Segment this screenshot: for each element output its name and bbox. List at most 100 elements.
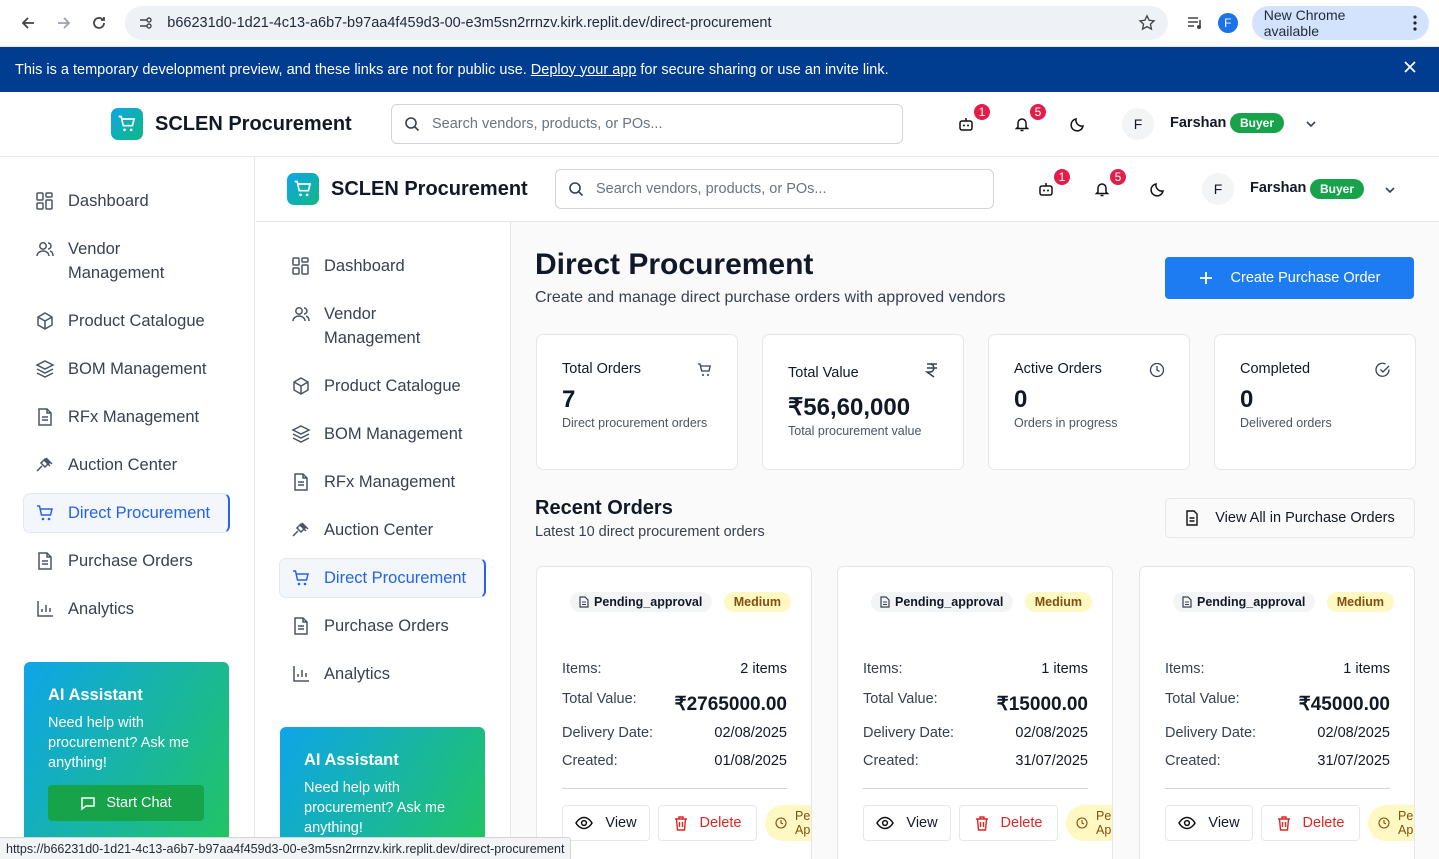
- sidebar-item-label: Auction Center: [68, 456, 178, 474]
- brand[interactable]: SCLEN Procurement: [111, 108, 352, 140]
- sidebar-item-rfx-management[interactable]: RFx Management: [23, 405, 223, 429]
- view-button[interactable]: View: [562, 805, 650, 841]
- media-controls-icon[interactable]: [1186, 14, 1204, 32]
- inner-sidebar-item-purchase-orders[interactable]: Purchase Orders: [279, 614, 479, 638]
- new-chrome-button[interactable]: New Chrome available: [1251, 6, 1430, 40]
- delivery-row: Delivery Date: 02/08/2025: [562, 725, 787, 741]
- sidebar-item-analytics[interactable]: Analytics: [23, 597, 223, 621]
- bell-icon[interactable]: 5: [1090, 167, 1128, 201]
- profile-avatar[interactable]: F: [1217, 13, 1238, 33]
- delivery-label: Delivery Date:: [562, 725, 654, 741]
- stat-value: ₹56,60,000: [788, 394, 911, 421]
- bookmark-star-icon[interactable]: [1138, 14, 1156, 32]
- inner-sidebar-item-rfx-management[interactable]: RFx Management: [279, 470, 479, 494]
- delete-label: Delete: [1000, 815, 1043, 831]
- inner-user-avatar[interactable]: F: [1202, 173, 1234, 205]
- inner-sidebar-item-analytics[interactable]: Analytics: [279, 662, 479, 686]
- items-row: Items: 2 items: [562, 661, 787, 677]
- sidebar-item-label: Direct Procurement: [68, 504, 211, 522]
- inner-sidebar-item-direct-procurement[interactable]: Direct Procurement: [279, 566, 479, 590]
- chevron-down-icon[interactable]: [1384, 184, 1396, 196]
- moon-icon[interactable]: [1066, 112, 1090, 136]
- chevron-down-icon[interactable]: [1305, 118, 1317, 130]
- start-chat-button[interactable]: Start Chat: [48, 785, 204, 821]
- view-button[interactable]: View: [1165, 805, 1253, 841]
- inner-sidebar-item-vendor-management[interactable]: Vendor Management: [279, 302, 479, 350]
- site-info-icon[interactable]: [137, 15, 153, 31]
- robot-icon[interactable]: 1: [1034, 167, 1072, 201]
- created-row: Created: 01/08/2025: [562, 753, 787, 769]
- delivery-label: Delivery Date:: [1165, 725, 1257, 741]
- cart-logo-icon: [287, 173, 319, 205]
- stat-card-active-orders: Active Orders 0 Orders in progress: [988, 334, 1190, 470]
- bell-icon[interactable]: 5: [1010, 102, 1048, 136]
- back-icon[interactable]: [10, 7, 46, 39]
- stat-card-total-orders: Total Orders 7 Direct procurement orders: [536, 334, 738, 470]
- pending-label: Pending Approval: [795, 809, 811, 837]
- sidebar-item-direct-procurement[interactable]: Direct Procurement: [23, 501, 223, 525]
- moon-icon[interactable]: [1146, 177, 1170, 201]
- inner-sidebar-item-product-catalogue[interactable]: Product Catalogue: [279, 374, 479, 398]
- total-value: ₹45000.00: [1298, 694, 1390, 715]
- plus-icon: [1199, 272, 1212, 284]
- inner-sidebar-item-auction-center[interactable]: Auction Center: [279, 518, 479, 542]
- robot-icon[interactable]: 1: [954, 102, 992, 136]
- cart-icon: [35, 501, 55, 523]
- document-icon: [579, 596, 589, 608]
- deploy-link[interactable]: Deploy your app: [531, 62, 637, 78]
- status-text: Pending_approval: [895, 595, 1004, 609]
- rupee-icon: [925, 362, 939, 378]
- created-label: Created:: [1165, 753, 1221, 769]
- layers-icon: [291, 422, 311, 444]
- gavel-icon: [291, 518, 311, 540]
- inner-brand[interactable]: SCLEN Procurement: [287, 173, 528, 205]
- banner-text: This is a temporary development preview,…: [15, 61, 527, 78]
- inner-search-placeholder: Search vendors, products, or POs...: [596, 181, 827, 197]
- inner-sidebar-item-bom-management[interactable]: BOM Management: [279, 422, 479, 446]
- inner-sidebar-item-dashboard[interactable]: Dashboard: [279, 254, 479, 278]
- clock-icon: [1149, 362, 1165, 378]
- sidebar-item-vendor-management[interactable]: Vendor Management: [23, 237, 223, 285]
- delete-button[interactable]: Delete: [959, 805, 1058, 841]
- sidebar-item-product-catalogue[interactable]: Product Catalogue: [23, 309, 223, 333]
- created-value: 01/08/2025: [714, 753, 787, 769]
- sidebar-item-label: RFx Management: [324, 473, 456, 491]
- browser-toolbar: b66231d0-1d21-4c13-a6b7-b97aa4f459d3-00-…: [0, 0, 1439, 47]
- total-value: ₹15000.00: [996, 694, 1088, 715]
- priority-badge: Medium: [1326, 592, 1394, 612]
- search-input[interactable]: Search vendors, products, or POs...: [391, 104, 903, 144]
- view-label: View: [1208, 815, 1240, 831]
- document-icon: [291, 470, 311, 492]
- inner-search-input[interactable]: Search vendors, products, or POs...: [555, 169, 994, 209]
- close-icon[interactable]: [1403, 60, 1417, 74]
- users-icon: [35, 237, 55, 259]
- eye-icon: [575, 816, 594, 830]
- sidebar-item-auction-center[interactable]: Auction Center: [23, 453, 223, 477]
- delete-button[interactable]: Delete: [658, 805, 757, 841]
- cart-icon: [697, 362, 713, 378]
- user-avatar[interactable]: F: [1122, 108, 1154, 140]
- address-bar[interactable]: b66231d0-1d21-4c13-a6b7-b97aa4f459d3-00-…: [125, 6, 1168, 40]
- recent-orders-subtitle: Latest 10 direct procurement orders: [535, 524, 765, 540]
- sidebar-item-label: Dashboard: [68, 192, 149, 210]
- total-label: Total Value:: [863, 690, 938, 707]
- banner-text-after: for secure sharing or use an invite link…: [640, 61, 889, 78]
- sidebar-item-label: Auction Center: [324, 521, 434, 539]
- trash-icon: [1277, 816, 1290, 831]
- view-button[interactable]: View: [863, 805, 951, 841]
- box-icon: [291, 374, 311, 396]
- create-purchase-order-button[interactable]: Create Purchase Order: [1165, 257, 1414, 299]
- sidebar-item-label: Analytics: [324, 665, 391, 683]
- sidebar-item-bom-management[interactable]: BOM Management: [23, 357, 223, 381]
- chat-icon: [81, 797, 96, 811]
- delete-button[interactable]: Delete: [1261, 805, 1360, 841]
- divider: [1165, 788, 1390, 789]
- reload-icon[interactable]: [82, 7, 118, 39]
- forward-icon[interactable]: [46, 7, 82, 39]
- stat-description: Orders in progress: [1014, 416, 1118, 430]
- sidebar-item-dashboard[interactable]: Dashboard: [23, 189, 223, 213]
- ai-assistant-card: AI Assistant Need help with procurement?…: [24, 662, 229, 859]
- view-all-button[interactable]: View All in Purchase Orders: [1165, 498, 1415, 538]
- eye-icon: [876, 816, 895, 830]
- sidebar-item-purchase-orders[interactable]: Purchase Orders: [23, 549, 223, 573]
